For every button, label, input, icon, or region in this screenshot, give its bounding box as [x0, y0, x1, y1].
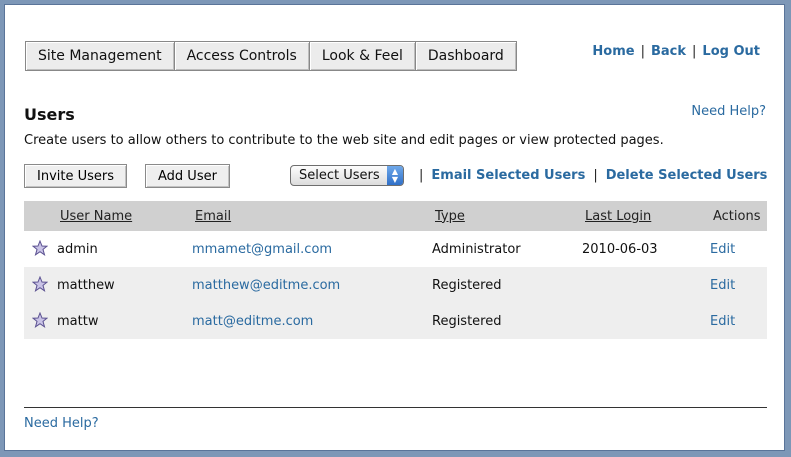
user-email-link[interactable]: matthew@editme.com — [192, 278, 340, 293]
separator: | — [692, 44, 697, 59]
separator: | — [640, 44, 645, 59]
select-users-value: Select Users — [299, 168, 380, 183]
page-description: Create users to allow others to contribu… — [24, 133, 664, 148]
user-email-link[interactable]: matt@editme.com — [192, 314, 313, 329]
column-header-email[interactable]: Email — [195, 209, 231, 224]
user-email-link[interactable]: mmamet@gmail.com — [192, 242, 332, 257]
invite-users-button[interactable]: Invite Users — [24, 164, 128, 188]
email-selected-users-link[interactable]: Email Selected Users — [431, 168, 585, 183]
bulk-actions: | Email Selected Users | Delete Selected Us… — [411, 168, 767, 183]
page-title: Users — [24, 105, 75, 124]
up-down-arrows-icon: ▲ ▼ — [387, 166, 403, 185]
users-table: User Name Email Type Last Login Actions … — [24, 201, 767, 339]
edit-user-link[interactable]: Edit — [710, 314, 735, 329]
separator: | — [419, 168, 424, 183]
tab-access-controls[interactable]: Access Controls — [173, 41, 309, 71]
column-header-username[interactable]: User Name — [60, 209, 132, 224]
user-name: admin — [57, 241, 98, 257]
table-row: matthew matthew@editme.com Registered Ed… — [24, 267, 767, 303]
table-row: mattw matt@editme.com Registered Edit — [24, 303, 767, 339]
column-header-actions: Actions — [713, 208, 761, 224]
tab-dashboard[interactable]: Dashboard — [414, 41, 517, 71]
need-help-link-top[interactable]: Need Help? — [691, 104, 766, 119]
select-users-dropdown[interactable]: Select Users ▲ ▼ — [290, 165, 404, 186]
delete-selected-users-link[interactable]: Delete Selected Users — [606, 168, 768, 183]
back-link[interactable]: Back — [651, 44, 686, 59]
user-last-login: 2010-06-03 — [582, 241, 658, 257]
table-row: admin mmamet@gmail.com Administrator 201… — [24, 231, 767, 267]
home-link[interactable]: Home — [592, 44, 634, 59]
star-icon[interactable] — [32, 276, 48, 292]
tab-look-and-feel[interactable]: Look & Feel — [308, 41, 415, 71]
add-user-button[interactable]: Add User — [145, 164, 230, 188]
table-header: User Name Email Type Last Login Actions — [24, 201, 767, 231]
footer-divider — [24, 407, 767, 408]
logout-link[interactable]: Log Out — [702, 44, 760, 59]
edit-user-link[interactable]: Edit — [710, 278, 735, 293]
user-name: mattw — [57, 313, 99, 329]
user-type: Registered — [432, 313, 502, 329]
column-header-type[interactable]: Type — [435, 209, 465, 224]
user-type: Registered — [432, 277, 502, 293]
top-links: Home | Back | Log Out — [592, 44, 760, 59]
user-type: Administrator — [432, 241, 521, 257]
tab-site-management[interactable]: Site Management — [25, 41, 174, 71]
star-icon[interactable] — [32, 240, 48, 256]
column-header-last-login[interactable]: Last Login — [585, 209, 651, 224]
main-tabs: Site Management Access Controls Look & F… — [25, 41, 517, 71]
separator: | — [593, 168, 598, 183]
edit-user-link[interactable]: Edit — [710, 242, 735, 257]
user-name: matthew — [57, 277, 115, 293]
need-help-link-bottom[interactable]: Need Help? — [24, 416, 99, 431]
app-window: Site Management Access Controls Look & F… — [4, 4, 785, 451]
star-icon[interactable] — [32, 312, 48, 328]
